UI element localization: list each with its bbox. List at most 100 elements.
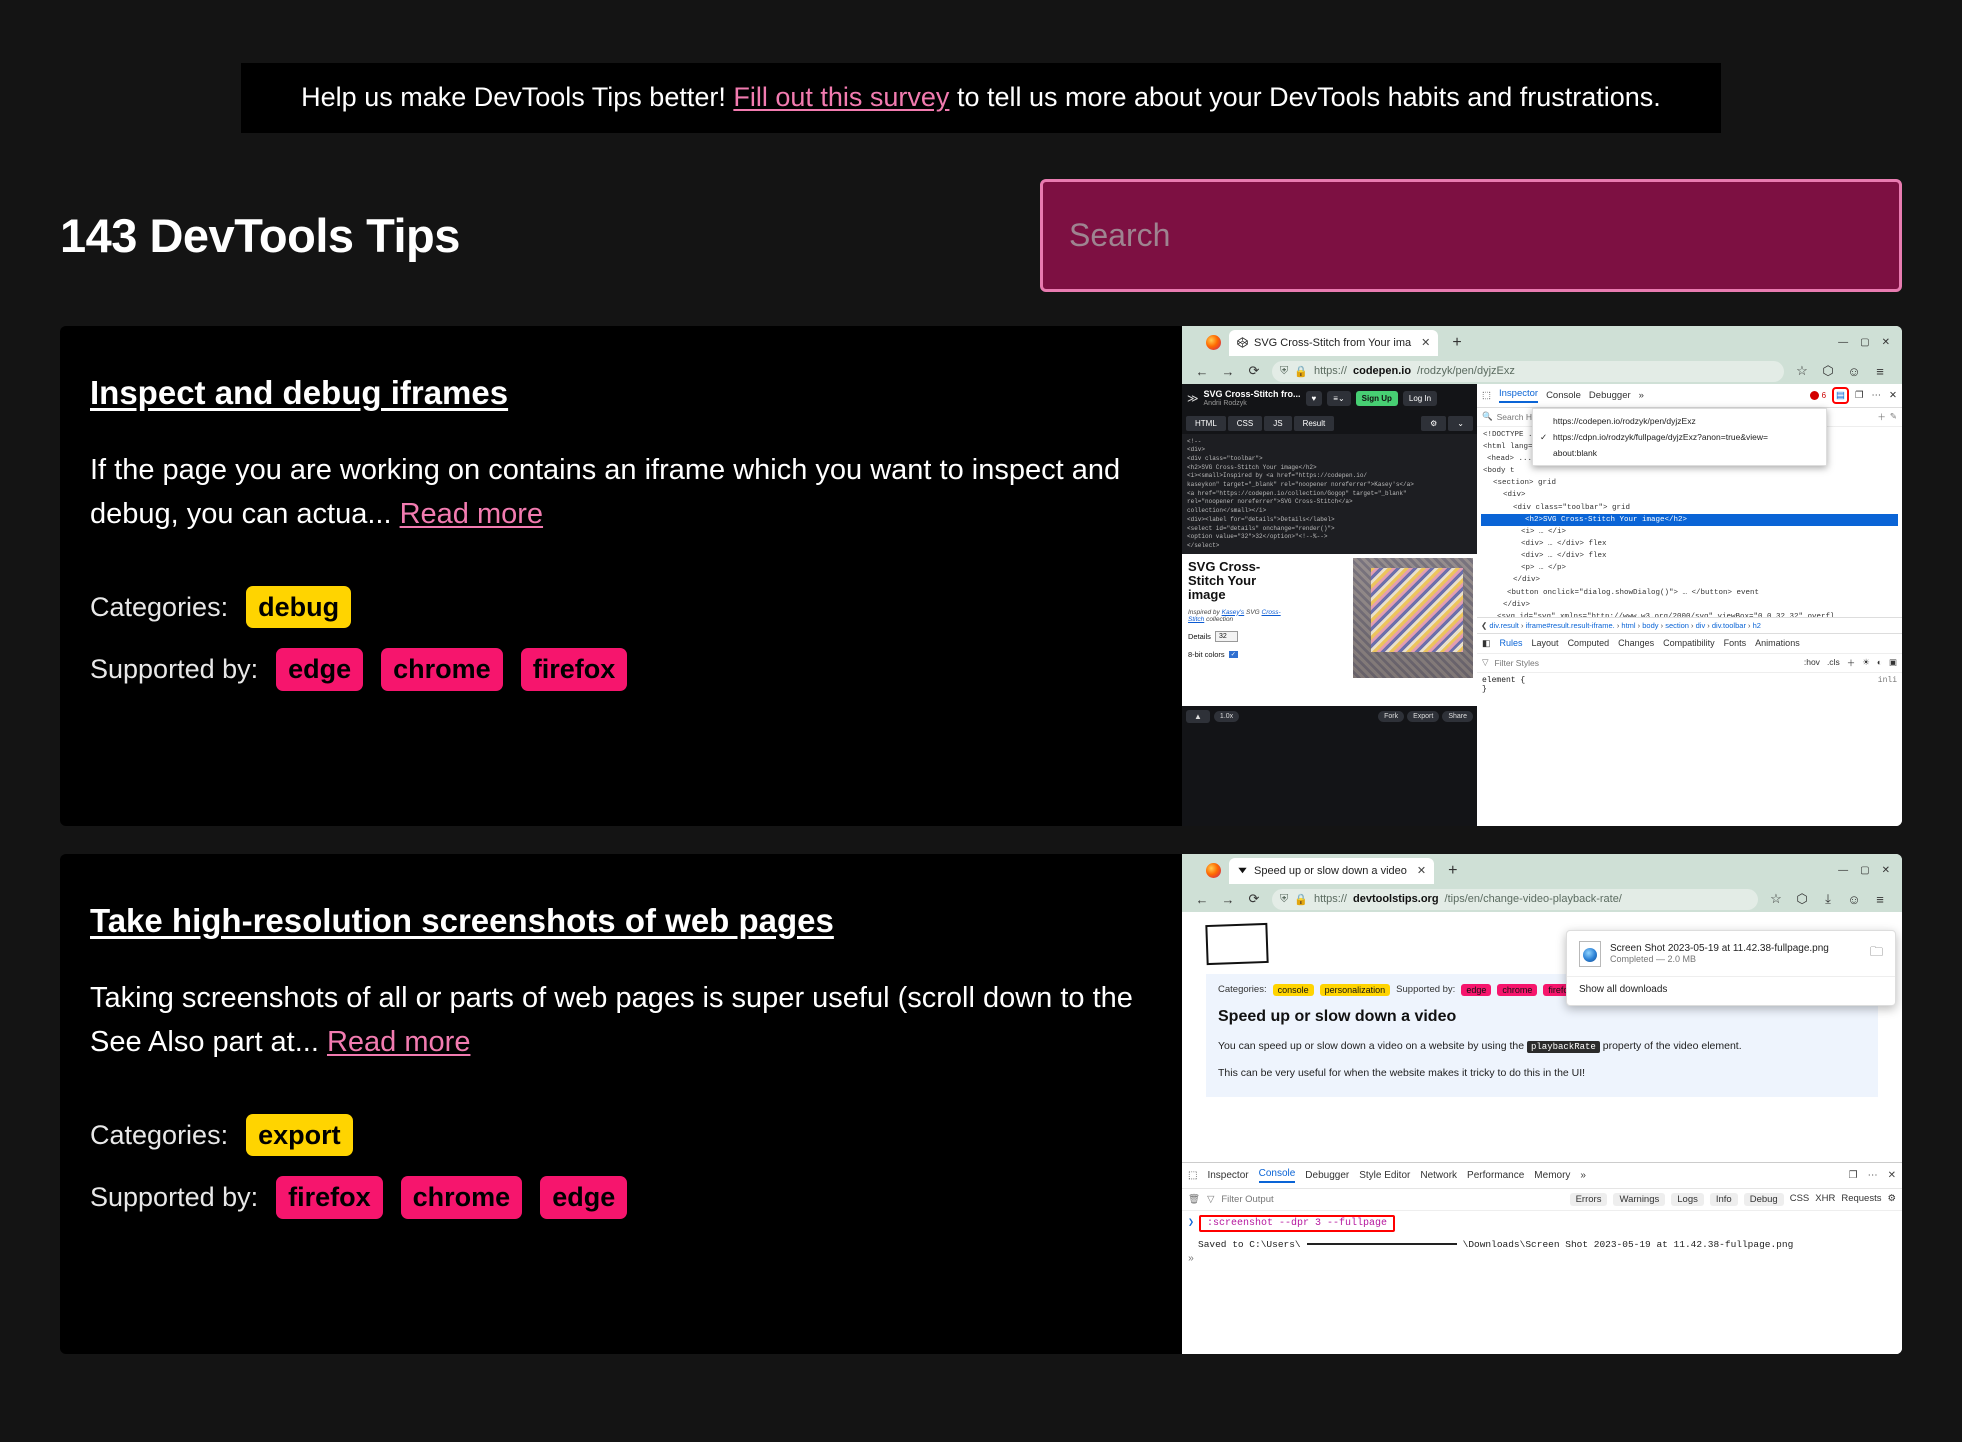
reload-icon[interactable]: ⟳: [1246, 891, 1262, 907]
details-select[interactable]: 32: [1214, 630, 1238, 642]
filter-output-input[interactable]: Filter Output: [1221, 1194, 1273, 1205]
tab-style-editor[interactable]: Style Editor: [1359, 1170, 1410, 1181]
filter-errors[interactable]: Errors: [1569, 1192, 1608, 1206]
more-tabs-icon[interactable]: »: [1580, 1170, 1586, 1181]
crumb-5[interactable]: div: [1696, 621, 1706, 630]
tab-memory[interactable]: Memory: [1534, 1170, 1570, 1181]
fork-button[interactable]: Fork: [1378, 710, 1405, 722]
dom-line[interactable]: <button onclick="dialog.showDialog()"> ……: [1481, 587, 1898, 599]
minimize-icon[interactable]: —: [1838, 337, 1848, 348]
bookmark-icon[interactable]: ☆: [1794, 363, 1810, 379]
breadcrumb-back-icon[interactable]: ❮: [1481, 621, 1487, 630]
sign-up-button[interactable]: Sign Up: [1355, 390, 1398, 406]
filter-info[interactable]: Info: [1709, 1192, 1738, 1206]
credit-link-kasey[interactable]: Kasey's: [1222, 609, 1245, 616]
tab-console[interactable]: Console: [1546, 390, 1581, 401]
crumb-4[interactable]: section: [1665, 621, 1689, 630]
article-browser-chrome[interactable]: chrome: [1497, 983, 1538, 996]
close-devtools-icon[interactable]: ✕: [1889, 390, 1897, 401]
crumb-3[interactable]: body: [1642, 621, 1658, 630]
maximize-icon[interactable]: ▢: [1860, 865, 1869, 876]
codepen-code[interactable]: <!-- <div> <div class="toolbar"> <h2>SVG…: [1182, 433, 1477, 554]
export-button[interactable]: Export: [1407, 710, 1440, 722]
subtab-rules[interactable]: Rules: [1500, 638, 1523, 648]
tab-performance[interactable]: Performance: [1467, 1170, 1524, 1181]
bit-colors-checkbox[interactable]: ✓: [1228, 650, 1238, 658]
tip-card[interactable]: Inspect and debug iframes If the page yo…: [60, 325, 1902, 826]
log-in-button[interactable]: Log In: [1402, 390, 1438, 406]
subtab-changes[interactable]: Changes: [1618, 638, 1654, 648]
dom-line[interactable]: </div>: [1481, 574, 1898, 586]
tab-inspector[interactable]: Inspector: [1207, 1170, 1248, 1181]
crumb-2[interactable]: html: [1621, 621, 1635, 630]
category-tag[interactable]: debug: [246, 585, 352, 629]
tip-title-link[interactable]: Take high-resolution screenshots of web …: [90, 902, 834, 940]
show-all-downloads-link[interactable]: Show all downloads: [1567, 982, 1895, 997]
iframe-menu-item-blank[interactable]: about:blank: [1533, 445, 1826, 461]
dom-line[interactable]: <body t: [1481, 465, 1898, 477]
subtab-layout[interactable]: Layout: [1532, 638, 1559, 648]
share-button[interactable]: Share: [1442, 710, 1473, 722]
minimize-icon[interactable]: —: [1838, 865, 1848, 876]
new-tab-icon[interactable]: +: [1442, 862, 1463, 880]
survey-link[interactable]: Fill out this survey: [733, 82, 949, 112]
cls-button[interactable]: .cls: [1827, 657, 1840, 669]
subtab-animations[interactable]: Animations: [1755, 638, 1800, 648]
settings-gear-icon[interactable]: ⚙: [1421, 415, 1447, 431]
filter-logs[interactable]: Logs: [1671, 1192, 1704, 1206]
filter-styles-input[interactable]: Filter Styles: [1495, 658, 1539, 668]
back-icon[interactable]: ←: [1194, 364, 1210, 379]
bookmark-icon[interactable]: ☆: [1768, 891, 1784, 907]
close-tab-icon[interactable]: ✕: [1417, 864, 1426, 877]
browser-tab[interactable]: SVG Cross-Stitch from Your ima ✕: [1229, 329, 1439, 356]
iframe-picker-icon[interactable]: ▤: [1832, 386, 1849, 404]
like-icon[interactable]: ♥: [1305, 390, 1323, 406]
dom-line[interactable]: <div>: [1481, 489, 1898, 501]
zoom-level[interactable]: 1.0x: [1213, 710, 1240, 722]
edit-icon[interactable]: ✎: [1890, 411, 1897, 422]
account-icon[interactable]: ☺: [1846, 892, 1862, 907]
filter-debug[interactable]: Debug: [1743, 1192, 1784, 1206]
tab-html[interactable]: HTML: [1186, 415, 1226, 431]
browser-tab[interactable]: Speed up or slow down a video ✕: [1229, 857, 1435, 884]
tip-card[interactable]: Take high-resolution screenshots of web …: [60, 853, 1902, 1354]
filter-requests[interactable]: Requests: [1841, 1193, 1881, 1206]
browser-tag-firefox[interactable]: firefox: [276, 1176, 383, 1219]
collapse-icon[interactable]: ▲: [1186, 709, 1210, 723]
dock-icon[interactable]: ❐: [1849, 1170, 1858, 1181]
downloads-icon[interactable]: ⤓: [1820, 891, 1836, 907]
filter-xhr[interactable]: XHR: [1815, 1193, 1835, 1206]
crumb-6[interactable]: div.toolbar: [1712, 621, 1746, 630]
clear-console-icon[interactable]: 🗑: [1188, 1194, 1200, 1205]
styles-rule[interactable]: element { inli }: [1477, 673, 1902, 697]
hov-button[interactable]: :hov: [1804, 657, 1820, 669]
close-tab-icon[interactable]: ✕: [1421, 336, 1430, 349]
error-counter[interactable]: 6: [1809, 390, 1826, 400]
subtab-computed[interactable]: Computed: [1568, 638, 1610, 648]
browser-tag-firefox[interactable]: firefox: [520, 648, 628, 691]
category-tag[interactable]: export: [246, 1113, 353, 1157]
crumb-0[interactable]: div.result: [1489, 621, 1518, 630]
dark-mode-icon[interactable]: ◐: [1877, 657, 1882, 669]
add-rule-icon[interactable]: ＋: [1847, 657, 1856, 669]
tab-network[interactable]: Network: [1420, 1170, 1457, 1181]
url-bar[interactable]: ⛨ 🔒 https:// devtoolstips.org/tips/en/cha…: [1272, 888, 1758, 910]
tab-console[interactable]: Console: [1258, 1168, 1296, 1183]
close-window-icon[interactable]: ✕: [1882, 337, 1890, 348]
browser-tag-chrome[interactable]: chrome: [381, 648, 503, 691]
close-window-icon[interactable]: ✕: [1882, 865, 1890, 876]
dom-line[interactable]: </div>: [1481, 599, 1898, 611]
crumb-7[interactable]: h2: [1753, 621, 1761, 630]
dom-line[interactable]: <div> … </div> flex: [1481, 538, 1898, 550]
dom-line-selected[interactable]: <h2>SVG Cross-Stitch Your image</h2>: [1481, 513, 1898, 526]
browser-tag-chrome[interactable]: chrome: [400, 1176, 523, 1219]
chevron-down-icon[interactable]: ⌄: [1448, 415, 1473, 431]
subtab-fonts[interactable]: Fonts: [1724, 638, 1747, 648]
tab-debugger[interactable]: Debugger: [1589, 390, 1631, 401]
tip-screenshot-screenshots[interactable]: Speed up or slow down a video ✕ + — ▢ ✕ …: [1182, 853, 1902, 1354]
filter-warnings[interactable]: Warnings: [1613, 1192, 1666, 1206]
dom-breadcrumb[interactable]: ❮ div.result › iframe#result.result-ifra…: [1477, 616, 1902, 634]
console-settings-icon[interactable]: ⚙: [1887, 1193, 1896, 1206]
search-input[interactable]: [1067, 181, 1875, 289]
extension-icon[interactable]: ⬡: [1820, 363, 1836, 379]
